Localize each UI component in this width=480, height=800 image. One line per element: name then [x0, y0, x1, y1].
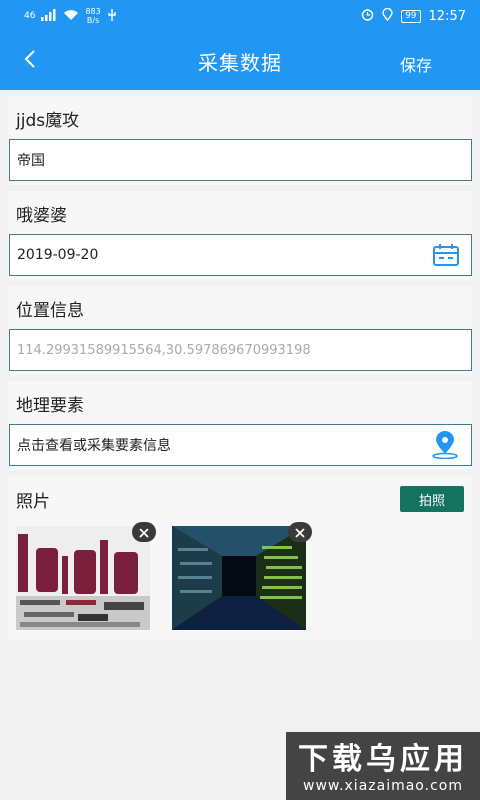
field-label: jjds魔攻: [16, 111, 80, 131]
watermark-logo: 下载乌应用 www.xiazaimao.com: [286, 732, 480, 800]
date-section: 哦婆婆 2019-09-20: [8, 191, 472, 280]
photo-thumbnail[interactable]: [16, 522, 156, 630]
photo-section: 照片 拍照: [8, 476, 472, 640]
delete-photo-button[interactable]: [288, 522, 312, 542]
clock: 12:57: [428, 8, 466, 24]
field-section: jjds魔攻 帝国: [8, 96, 472, 185]
network-label: 46: [24, 11, 36, 21]
field-label: 哦婆婆: [16, 206, 67, 226]
date-input[interactable]: 2019-09-20: [9, 234, 472, 276]
take-photo-button[interactable]: 拍照: [400, 486, 464, 512]
location-input[interactable]: 114.29931589915564,30.597869670993198: [9, 329, 472, 371]
geo-feature-section: 地理要素 点击查看或采集要素信息: [8, 381, 472, 470]
field-label: 位置信息: [16, 301, 84, 321]
delete-photo-button[interactable]: [132, 522, 156, 542]
photo-list: [8, 512, 472, 640]
data-photo-image: [16, 526, 150, 630]
text-input[interactable]: 帝国: [9, 139, 472, 181]
calendar-icon[interactable]: [433, 244, 459, 270]
title-bar: 采集数据 保存: [0, 32, 480, 90]
status-bar: 46 883 B/s 99 12:57: [0, 0, 480, 32]
watermark-title: 下载乌应用: [298, 742, 468, 777]
back-button[interactable]: [0, 32, 60, 90]
battery-indicator: 99: [401, 9, 421, 23]
field-label: 地理要素: [16, 396, 84, 416]
date-value: 2019-09-20: [17, 247, 99, 263]
matrix-photo-image: [172, 526, 306, 630]
save-button[interactable]: 保存: [400, 52, 432, 76]
geo-feature-text: 点击查看或采集要素信息: [17, 438, 171, 454]
watermark-url: www.xiazaimao.com: [303, 778, 463, 794]
alarm-icon: [361, 8, 374, 25]
location-section: 位置信息 114.29931589915564,30.5978696709931…: [8, 286, 472, 375]
map-pin-icon[interactable]: [431, 431, 459, 463]
close-icon: [295, 523, 305, 542]
form: jjds魔攻 帝国 哦婆婆 2019-09-20 位置信息 114.299315…: [0, 96, 480, 640]
photo-thumbnail[interactable]: [172, 522, 312, 630]
location-status-icon: [382, 7, 393, 25]
geo-feature-input[interactable]: 点击查看或采集要素信息: [9, 424, 472, 466]
network-speed: 883 B/s: [85, 7, 101, 25]
chevron-left-icon: [23, 49, 37, 73]
signal-icon: [41, 8, 57, 24]
photo-label: 照片: [16, 491, 50, 512]
usb-icon: [107, 8, 117, 24]
close-icon: [139, 523, 149, 542]
wifi-icon: [63, 9, 79, 24]
